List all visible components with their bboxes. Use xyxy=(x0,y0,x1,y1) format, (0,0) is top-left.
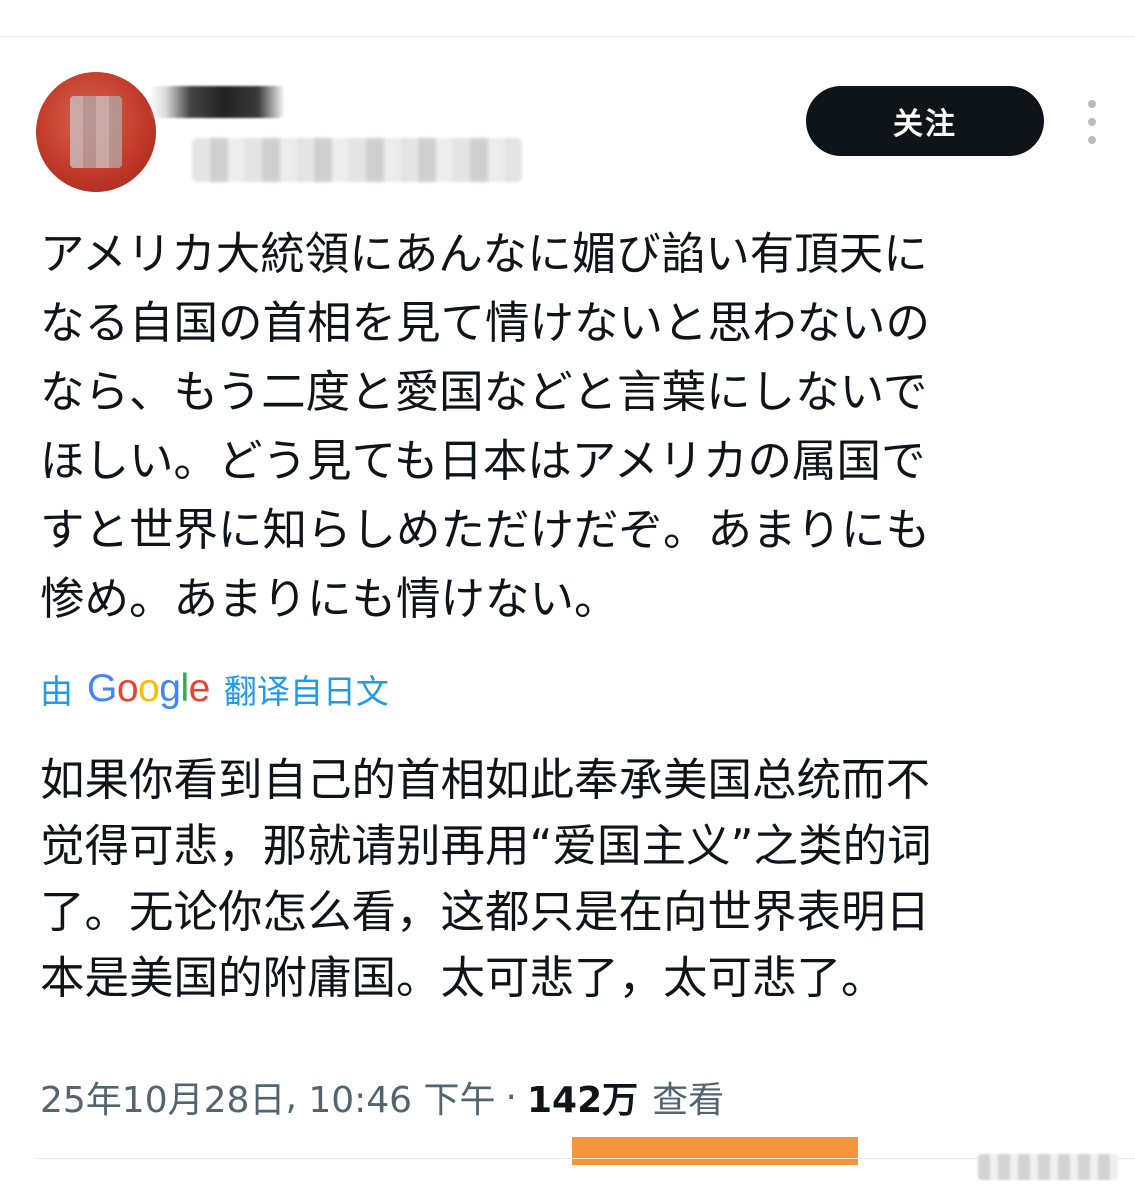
watermark-redacted xyxy=(978,1154,1118,1180)
views-label[interactable]: 查看 xyxy=(652,1071,724,1123)
display-name-redacted[interactable] xyxy=(150,86,285,118)
tweet-text: アメリカ大統領にあんなに媚び諂い有頂天に なる自国の首相を見て情けないと思わない… xyxy=(40,229,931,625)
views-count[interactable]: 142万 xyxy=(527,1071,638,1123)
tweet-time[interactable]: 10:46 下午 xyxy=(308,1071,495,1123)
meta-separator: · xyxy=(505,1076,517,1118)
avatar[interactable] xyxy=(36,72,156,192)
google-logo-icon: Google xyxy=(87,667,210,710)
avatar-redaction xyxy=(70,96,122,168)
translated-text: 如果你看到自己的首相如此奉承美国总统而不 觉得可悲，那就请别再用“爱国主义”之类… xyxy=(40,755,932,1004)
tweet-date[interactable]: 25年10月28日 xyxy=(40,1071,285,1123)
bottom-divider xyxy=(36,1158,1135,1159)
more-vertical-icon[interactable] xyxy=(1080,100,1104,144)
more-dot xyxy=(1088,100,1096,108)
more-dot xyxy=(1088,118,1096,126)
translation-attribution[interactable]: 由 Google 翻译自日文 xyxy=(40,664,389,714)
top-divider xyxy=(0,36,1135,37)
user-handle-redacted[interactable] xyxy=(192,138,522,182)
follow-button[interactable]: 关注 xyxy=(806,86,1044,156)
tweet-meta: 25年10月28日, 10:46 下午 · 142万 查看 xyxy=(40,1070,724,1124)
more-dot xyxy=(1088,136,1096,144)
translation-suffix: 翻译自日文 xyxy=(223,672,389,711)
highlight-bar xyxy=(572,1137,858,1165)
translation-prefix: 由 xyxy=(40,672,73,711)
